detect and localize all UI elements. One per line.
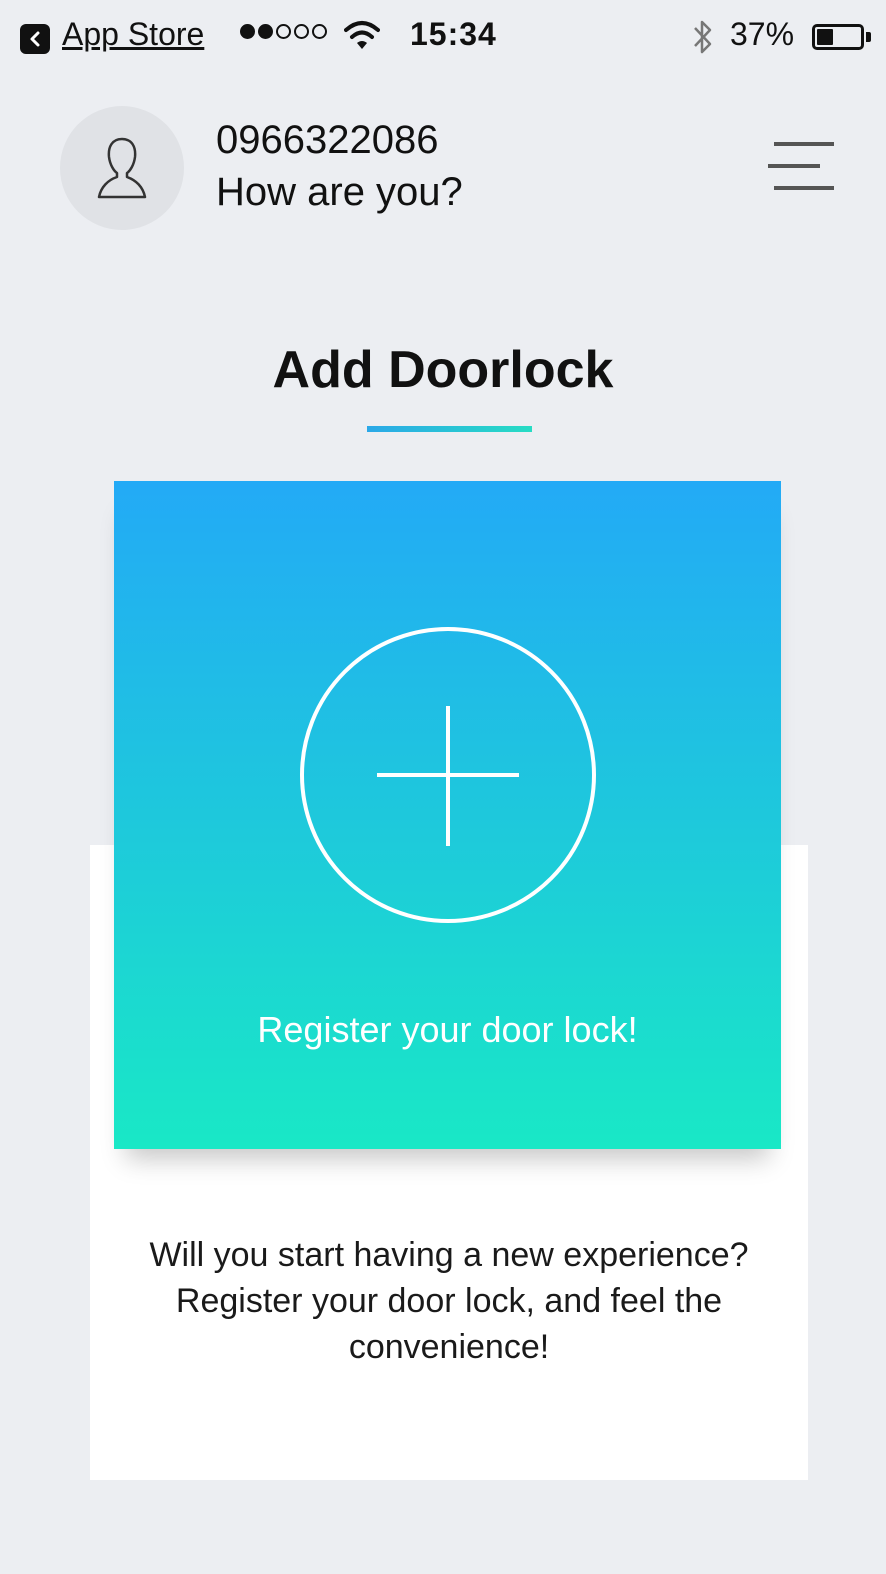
battery-percentage: 37% — [730, 16, 795, 52]
battery-level — [817, 29, 833, 45]
menu-line — [774, 186, 834, 190]
user-icon — [97, 137, 147, 199]
menu-line — [774, 142, 834, 146]
title-underline — [367, 426, 532, 432]
add-doorlock-card[interactable]: Register your door lock! — [114, 481, 781, 1149]
description-text: Will you start having a new experience? … — [90, 1232, 808, 1370]
signal-dot — [240, 24, 255, 39]
battery-tip — [866, 32, 871, 42]
signal-dot — [312, 24, 327, 39]
status-bar: App Store 15:34 37% — [0, 0, 886, 76]
clock: 15:34 — [410, 16, 497, 52]
signal-dot — [294, 24, 309, 39]
wifi-icon — [344, 21, 380, 49]
description-line: convenience! — [348, 1328, 550, 1366]
screen: App Store 15:34 37% 0966322086 How are y… — [0, 0, 886, 1574]
description-line: Register your door lock, and feel the — [175, 1282, 723, 1320]
signal-dot — [258, 24, 273, 39]
menu-line — [768, 164, 820, 168]
bluetooth-icon — [694, 20, 712, 54]
user-phone-number: 0966322086 — [216, 118, 439, 162]
user-greeting: How are you? — [216, 170, 463, 214]
signal-dot — [276, 24, 291, 39]
signal-strength-icon — [240, 24, 327, 39]
register-doorlock-label: Register your door lock! — [257, 1009, 638, 1050]
avatar[interactable] — [60, 106, 184, 230]
back-to-app-link[interactable]: App Store — [62, 16, 204, 53]
description-line: Will you start having a new experience? — [149, 1236, 749, 1274]
back-arrow-icon[interactable] — [20, 24, 50, 54]
plus-circle-icon — [300, 627, 596, 923]
battery-icon — [812, 24, 864, 50]
hamburger-menu-icon[interactable] — [768, 136, 838, 198]
page-title: Add Doorlock — [272, 341, 614, 399]
